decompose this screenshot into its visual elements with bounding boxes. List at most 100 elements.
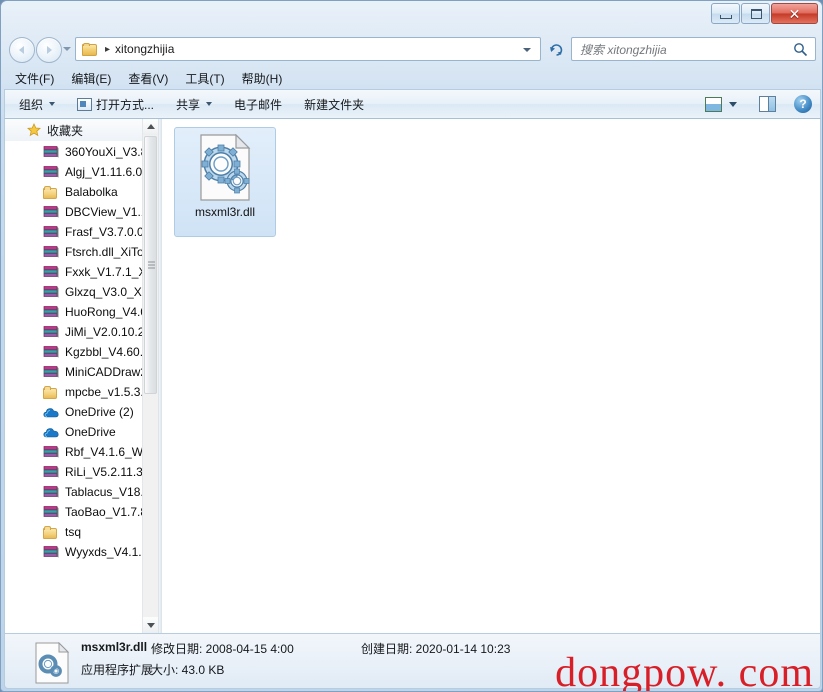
rar-archive-icon xyxy=(43,365,59,379)
breadcrumb-separator: ▸ xyxy=(105,43,111,55)
rar-archive-icon xyxy=(43,465,59,479)
share-label: 共享 xyxy=(176,97,201,112)
window-controls: ✕ xyxy=(710,3,818,24)
file-name-label: msxml3r.dll xyxy=(194,205,255,219)
nav-item[interactable]: RiLi_V5.2.11.354 xyxy=(5,462,158,482)
nav-item[interactable]: JiMi_V2.0.10.24_ xyxy=(5,322,158,342)
rar-archive-icon xyxy=(43,545,59,559)
organize-button[interactable]: 组织 xyxy=(19,96,56,113)
rar-archive-icon xyxy=(43,205,59,219)
nav-item[interactable]: Fxxk_V1.7.1_XiT xyxy=(5,262,158,282)
rar-archive-icon xyxy=(43,305,59,319)
minimize-button[interactable] xyxy=(711,3,740,24)
preview-pane-icon[interactable] xyxy=(759,96,776,112)
nav-item[interactable]: mpcbe_v1.5.3.4 xyxy=(5,382,158,402)
chevron-down-icon[interactable] xyxy=(523,48,531,52)
rar-archive-icon xyxy=(43,285,59,299)
search-placeholder: 搜索 xitongzhijia xyxy=(580,42,667,57)
address-bar-row: ▸ xitongzhijia 搜索 xitongzhijia xyxy=(1,34,822,65)
menu-item-file[interactable]: 文件(F) xyxy=(15,70,54,87)
nav-item[interactable]: Kgzbbl_V4.60.0 xyxy=(5,342,158,362)
nav-item[interactable]: Algj_V1.11.6.0_X xyxy=(5,162,158,182)
details-file-type: 应用程序扩展 xyxy=(81,663,154,677)
rar-archive-icon xyxy=(43,225,59,239)
cloud-icon xyxy=(43,426,59,439)
cloud-icon xyxy=(43,406,59,419)
nav-item-label: Kgzbbl_V4.60.0 xyxy=(65,345,150,359)
command-bar-right-group: ? xyxy=(705,95,812,113)
star-icon xyxy=(27,123,41,137)
minimize-icon xyxy=(720,15,732,19)
forward-arrow-icon xyxy=(47,46,52,54)
file-item-msxml3r[interactable]: msxml3r.dll xyxy=(174,127,276,237)
details-file-icon xyxy=(34,641,70,684)
file-list-pane[interactable]: msxml3r.dll xyxy=(162,119,820,633)
explorer-body: 收藏夹 360YouXi_V3.8.1 Algj_V1.11.6.0_X Balab… xyxy=(4,119,821,633)
breadcrumb-current[interactable]: xitongzhijia xyxy=(115,42,174,56)
rar-archive-icon xyxy=(43,325,59,339)
nav-item-label: tsq xyxy=(65,525,82,539)
nav-item-label: HuoRong_V4.0. xyxy=(65,305,151,319)
nav-item[interactable]: Glxzq_V3.0_XiTo xyxy=(5,282,158,302)
nav-item[interactable]: Rbf_V4.1.6_Win xyxy=(5,442,158,462)
refresh-button[interactable] xyxy=(544,37,569,61)
nav-item[interactable]: HuoRong_V4.0. xyxy=(5,302,158,322)
nav-item[interactable]: DBCView_V1.1_X xyxy=(5,202,158,222)
close-icon: ✕ xyxy=(788,6,801,22)
address-input[interactable]: ▸ xitongzhijia xyxy=(75,37,541,61)
nav-item[interactable]: MiniCADDraw20 xyxy=(5,362,158,382)
nav-item[interactable]: TaoBao_V1.7.8. xyxy=(5,502,158,522)
nav-item-label: TaoBao_V1.7.8. xyxy=(65,505,151,519)
rar-archive-icon xyxy=(43,265,59,279)
folder-icon xyxy=(43,525,59,539)
organize-label: 组织 xyxy=(19,97,44,112)
menu-item-view[interactable]: 查看(V) xyxy=(128,70,168,87)
folder-icon xyxy=(43,385,59,399)
menu-item-tools[interactable]: 工具(T) xyxy=(185,70,224,87)
nav-item[interactable]: OneDrive xyxy=(5,422,158,442)
scrollbar-thumb[interactable] xyxy=(144,136,157,394)
scrollbar-grip xyxy=(148,261,155,269)
chevron-down-icon xyxy=(49,102,56,106)
share-button[interactable]: 共享 xyxy=(176,96,213,113)
menu-item-help[interactable]: 帮助(H) xyxy=(242,70,283,87)
back-button[interactable] xyxy=(9,37,35,63)
scroll-down-arrow-icon[interactable] xyxy=(143,617,158,633)
navigation-pane: 收藏夹 360YouXi_V3.8.1 Algj_V1.11.6.0_X Balab… xyxy=(5,119,158,633)
chevron-down-icon[interactable] xyxy=(729,101,737,107)
rar-archive-icon xyxy=(43,445,59,459)
explorer-window: ✕ ▸ xitongzhijia 搜索 xitongzhijia 文件(F) 编… xyxy=(0,0,823,692)
nav-item-label: MiniCADDraw20 xyxy=(65,365,154,379)
dll-file-icon xyxy=(197,133,253,202)
help-icon[interactable]: ? xyxy=(794,95,812,113)
close-button[interactable]: ✕ xyxy=(771,3,818,24)
email-button[interactable]: 电子邮件 xyxy=(234,96,282,113)
nav-item[interactable]: 360YouXi_V3.8.1 xyxy=(5,142,158,162)
details-modified-date: 修改日期: 2008-04-15 4:00 xyxy=(151,642,294,656)
nav-item[interactable]: Tablacus_V18.0 xyxy=(5,482,158,502)
maximize-button[interactable] xyxy=(741,3,770,24)
search-icon[interactable] xyxy=(793,42,808,57)
nav-item[interactable]: tsq xyxy=(5,522,158,542)
nav-item[interactable]: Wyyxds_V4.1.1. xyxy=(5,542,158,562)
view-layout-icon[interactable] xyxy=(705,96,722,112)
title-bar[interactable]: ✕ xyxy=(1,1,822,31)
nav-item[interactable]: Balabolka xyxy=(5,182,158,202)
menu-item-edit[interactable]: 编辑(E) xyxy=(71,70,111,87)
command-bar: 组织 打开方式... 共享 电子邮件 新建文件夹 ? xyxy=(4,89,821,119)
details-created-date: 创建日期: 2020-01-14 10:23 xyxy=(361,642,511,656)
scroll-up-arrow-icon[interactable] xyxy=(143,119,158,135)
nav-item[interactable]: Ftsrch.dll_XiTon xyxy=(5,242,158,262)
nav-item[interactable]: Frasf_V3.7.0.0_X xyxy=(5,222,158,242)
nav-item-label: mpcbe_v1.5.3.4 xyxy=(65,385,151,399)
forward-button[interactable] xyxy=(36,37,62,63)
nav-item[interactable]: OneDrive (2) xyxy=(5,402,158,422)
open-with-button[interactable]: 打开方式... xyxy=(77,96,154,113)
recent-locations-icon[interactable] xyxy=(63,47,71,51)
new-folder-button[interactable]: 新建文件夹 xyxy=(304,96,364,113)
rar-archive-icon xyxy=(43,165,59,179)
favorites-header[interactable]: 收藏夹 xyxy=(5,119,158,141)
menu-bar: 文件(F) 编辑(E) 查看(V) 工具(T) 帮助(H) xyxy=(1,67,822,89)
navigation-scrollbar[interactable] xyxy=(142,119,158,633)
search-input[interactable]: 搜索 xitongzhijia xyxy=(571,37,816,61)
